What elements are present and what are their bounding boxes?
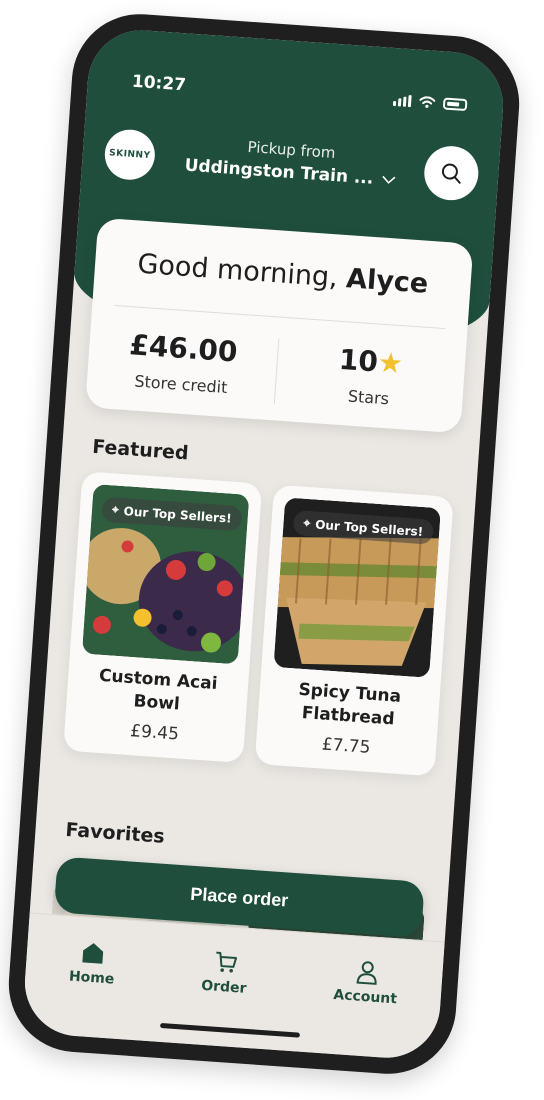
card-badge-text: Our Top Sellers! (314, 517, 424, 539)
card-price: £9.45 (129, 721, 180, 745)
status-time: 10:27 (131, 71, 187, 96)
store-credit-value: £46.00 (128, 328, 239, 369)
greeting-divider (114, 304, 446, 330)
signal-icon (392, 94, 412, 108)
greeting-card: Good morning, Alyce £46.00 Store credit … (85, 217, 474, 434)
cart-icon (216, 951, 237, 973)
favorites-title: Favorites (64, 818, 166, 848)
featured-card[interactable]: ⌖ Our Top Sellers! Spicy Tuna Flatbread … (254, 484, 454, 777)
stars-value-row: 10★ (276, 339, 466, 385)
chevron-down-icon (381, 175, 395, 184)
stars-label: Stars (347, 386, 390, 409)
tab-home-label: Home (68, 968, 115, 988)
wifi-icon (419, 96, 436, 108)
user-icon (356, 961, 377, 985)
tab-home[interactable]: Home (68, 939, 117, 988)
featured-list: ⌖ Our Top Sellers! Custom Acai Bowl £9.4… (63, 471, 454, 777)
phone-frame: 10:27 SKINNY Pickup from Uddingston Trai… (4, 9, 524, 1079)
card-name: Spicy Tuna Flatbread (297, 679, 402, 730)
star-icon: ★ (376, 345, 405, 381)
logo-text: SKINNY (108, 148, 151, 162)
tuna-flatbread-image: ⌖ Our Top Sellers! (273, 497, 441, 678)
card-price: £7.75 (321, 734, 372, 758)
tab-account[interactable]: Account (333, 957, 400, 1007)
app-screen: 10:27 SKINNY Pickup from Uddingston Trai… (21, 26, 507, 1062)
tab-order[interactable]: Order (201, 948, 249, 997)
location-pin-icon: ⌖ (303, 515, 311, 531)
featured-card[interactable]: ⌖ Our Top Sellers! Custom Acai Bowl £9.4… (63, 471, 263, 764)
featured-title: Featured (91, 435, 190, 465)
card-name: Custom Acai Bowl (98, 665, 219, 715)
card-badge-text: Our Top Sellers! (123, 503, 233, 526)
store-credit[interactable]: £46.00 Store credit (87, 325, 279, 400)
location-pin-icon: ⌖ (111, 502, 120, 517)
greeting-name: Alyce (345, 263, 430, 300)
store-credit-label: Store credit (133, 371, 229, 398)
stars-value: 10 (337, 342, 380, 379)
search-icon (441, 163, 461, 184)
greeting-prefix: Good morning, (136, 248, 339, 294)
status-icons (392, 94, 468, 112)
tab-order-label: Order (200, 977, 247, 997)
acai-bowl-image: ⌖ Our Top Sellers! (81, 483, 250, 665)
greeting-text: Good morning, Alyce (94, 246, 471, 303)
stars[interactable]: 10★ Stars (274, 339, 466, 414)
tab-account-label: Account (332, 986, 398, 1008)
battery-icon (442, 97, 468, 112)
home-icon (82, 943, 104, 964)
